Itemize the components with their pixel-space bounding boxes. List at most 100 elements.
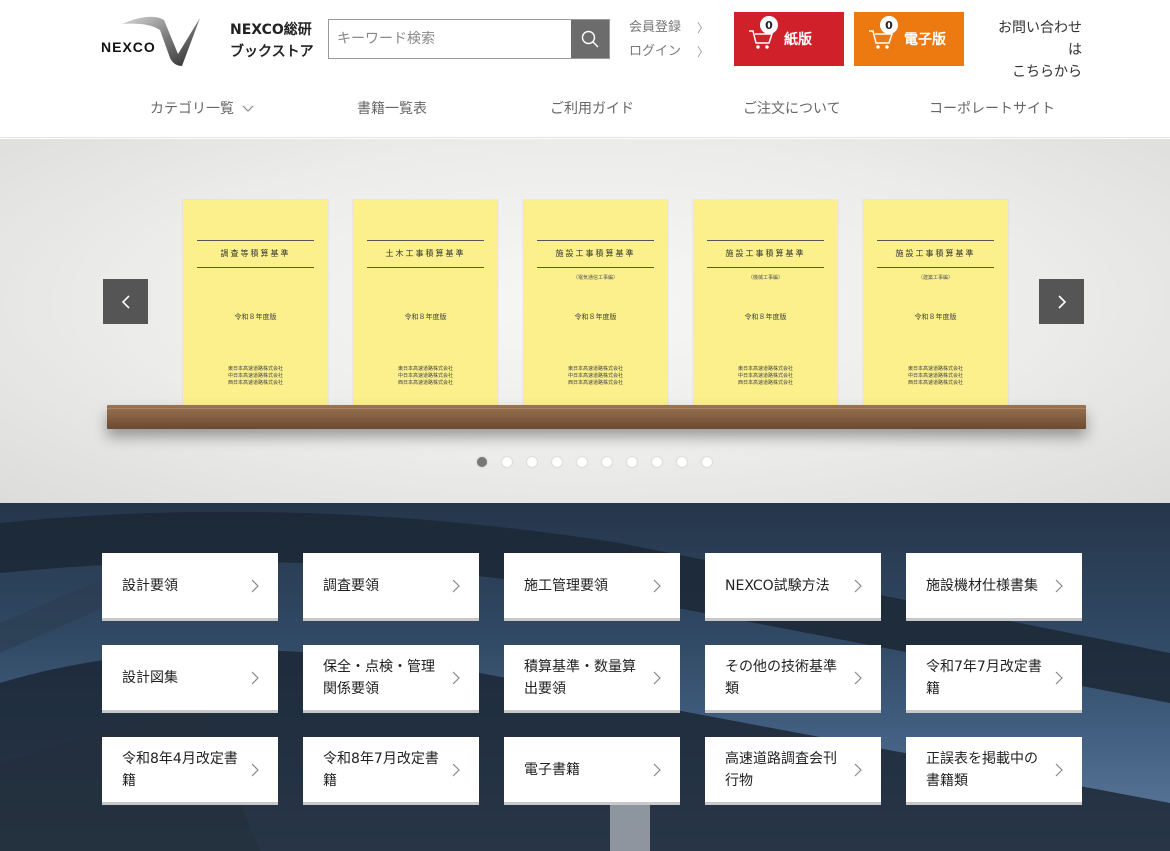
chevron-right-icon (452, 671, 460, 684)
book-edition: 令和８年度版 (574, 313, 617, 321)
account-links: 会員登録 〉 ログイン 〉 (629, 16, 709, 64)
nav-item-guide[interactable]: ご利用ガイド (550, 98, 634, 118)
chevron-right-icon (452, 579, 460, 592)
publisher: 東日本高速道路株式会社 (907, 366, 963, 372)
publisher: 西日本高速道路株式会社 (567, 380, 623, 386)
divider (877, 267, 994, 268)
carousel-dot[interactable] (527, 457, 537, 467)
nav-item-label: コーポレートサイト (929, 101, 1055, 117)
category-tile[interactable]: 施設機材仕様書集 (906, 553, 1082, 621)
chevron-right-icon: 〉 (696, 45, 709, 59)
divider (707, 240, 824, 241)
carousel-dot[interactable] (602, 457, 612, 467)
carousel-dot[interactable] (627, 457, 637, 467)
category-tile[interactable]: 保全・点検・管理関係要領 (303, 645, 479, 713)
login-link[interactable]: ログイン 〉 (629, 40, 709, 64)
cart-icon: 0 (868, 16, 898, 50)
book-cover[interactable]: 施設工事積算基準 （建築工事編） 令和８年度版 東日本高速道路株式会社 中日本高… (863, 200, 1008, 405)
search-box (328, 19, 610, 59)
book-cover[interactable]: 土木工事積算基準 令和８年度版 東日本高速道路株式会社 中日本高速道路株式会社 … (353, 200, 498, 405)
nav-item-ordering[interactable]: ご注文について (743, 98, 841, 118)
nav-item-label: ご利用ガイド (550, 101, 634, 117)
category-section: 設計要領 調査要領 施工管理要領 NEXCO試験方法 施設機材仕様書集 設計図集… (0, 503, 1170, 851)
category-tile[interactable]: 施工管理要領 (504, 553, 680, 621)
nav-item-label: 書籍一覧表 (357, 101, 427, 117)
store-name[interactable]: NEXCO総研 ブックストア (230, 19, 314, 63)
nav-item-label: カテゴリ一覧 (150, 101, 234, 117)
category-label: 高速道路調査会刊行物 (725, 750, 837, 789)
publisher: 西日本高速道路株式会社 (907, 380, 963, 386)
carousel-dot[interactable] (702, 457, 712, 467)
wooden-shelf (107, 405, 1086, 429)
divider (707, 267, 824, 268)
book-cover[interactable]: 調査等積算基準 令和８年度版 東日本高速道路株式会社 中日本高速道路株式会社 西… (183, 200, 328, 405)
category-tile[interactable]: 正誤表を掲載中の書籍類 (906, 737, 1082, 805)
nav-item-label: ご注文について (743, 101, 841, 117)
carousel-next-button[interactable] (1039, 279, 1084, 324)
nav-item-book-list[interactable]: 書籍一覧表 (357, 98, 427, 118)
carousel-dot[interactable] (577, 457, 587, 467)
book-publishers: 東日本高速道路株式会社 中日本高速道路株式会社 西日本高速道路株式会社 (863, 366, 1008, 387)
member-register-link[interactable]: 会員登録 〉 (629, 16, 709, 40)
chevron-right-icon (1057, 294, 1066, 309)
chevron-right-icon (251, 763, 259, 776)
publisher: 西日本高速道路株式会社 (397, 380, 453, 386)
chevron-right-icon (251, 579, 259, 592)
store-name-line1: NEXCO総研 (230, 22, 312, 38)
site-header: NEXCO NEXCO総研 ブックストア 会員登録 〉 ログイン 〉 (0, 0, 1170, 138)
paper-cart-button[interactable]: 0 紙版 (734, 12, 844, 66)
category-tile[interactable]: その他の技術基準類 (705, 645, 881, 713)
book-edition: 令和８年度版 (744, 313, 787, 321)
divider (367, 240, 484, 241)
publisher: 東日本高速道路株式会社 (567, 366, 623, 372)
category-label: 設計要領 (122, 577, 178, 594)
carousel-dot[interactable] (552, 457, 562, 467)
chevron-left-icon (121, 294, 130, 309)
book-title: 施設工事積算基準 (555, 249, 636, 258)
category-tile[interactable]: 電子書籍 (504, 737, 680, 805)
book-cover[interactable]: 施設工事積算基準 （機械工事編） 令和８年度版 東日本高速道路株式会社 中日本高… (693, 200, 838, 405)
book-title: 土木工事積算基準 (385, 249, 466, 258)
carousel-dot[interactable] (652, 457, 662, 467)
search-button[interactable] (571, 20, 609, 58)
contact-link[interactable]: お問い合わせは こちらから (985, 17, 1082, 83)
divider (537, 267, 654, 268)
category-tile[interactable]: 令和8年7月改定書籍 (303, 737, 479, 805)
logo-wordmark: NEXCO (101, 39, 156, 55)
category-label: 電子書籍 (524, 761, 580, 778)
carousel-pagination (477, 457, 727, 467)
category-tile[interactable]: 積算基準・数量算出要領 (504, 645, 680, 713)
book-edition: 令和８年度版 (914, 313, 957, 321)
category-tile[interactable]: 令和8年4月改定書籍 (102, 737, 278, 805)
book-publishers: 東日本高速道路株式会社 中日本高速道路株式会社 西日本高速道路株式会社 (353, 366, 498, 387)
nav-item-categories[interactable]: カテゴリ一覧 (150, 98, 254, 118)
carousel-dot[interactable] (677, 457, 687, 467)
category-tile[interactable]: 設計要領 (102, 553, 278, 621)
book-title: 調査等積算基準 (220, 249, 291, 258)
category-tile[interactable]: 高速道路調査会刊行物 (705, 737, 881, 805)
category-tile[interactable]: 調査要領 (303, 553, 479, 621)
cart-icon: 0 (748, 16, 778, 50)
book-title: 施設工事積算基準 (895, 249, 976, 258)
chevron-right-icon (653, 671, 661, 684)
category-tile[interactable]: 令和7年7月改定書籍 (906, 645, 1082, 713)
search-input[interactable] (329, 20, 571, 58)
carousel-dot[interactable] (477, 457, 487, 467)
chevron-right-icon (653, 763, 661, 776)
member-register-label: 会員登録 (629, 20, 682, 35)
nav-item-corporate-site[interactable]: コーポレートサイト (929, 98, 1055, 118)
carousel-dot[interactable] (502, 457, 512, 467)
book-subtitle: （機械工事編） (747, 275, 783, 281)
category-tile[interactable]: NEXCO試験方法 (705, 553, 881, 621)
book-cover[interactable]: 施設工事積算基準 （電気通信工事編） 令和８年度版 東日本高速道路株式会社 中日… (523, 200, 668, 405)
store-name-line2: ブックストア (230, 44, 314, 60)
publisher: 東日本高速道路株式会社 (227, 366, 283, 372)
carousel-prev-button[interactable] (103, 279, 148, 324)
ebook-cart-button[interactable]: 0 電子版 (854, 12, 964, 66)
category-tile[interactable]: 設計図集 (102, 645, 278, 713)
ebook-cart-count: 0 (880, 16, 898, 34)
hero-carousel: 調査等積算基準 令和８年度版 東日本高速道路株式会社 中日本高速道路株式会社 西… (0, 139, 1170, 503)
chevron-right-icon (653, 579, 661, 592)
paper-cart-count: 0 (760, 16, 778, 34)
publisher: 中日本高速道路株式会社 (397, 373, 453, 379)
